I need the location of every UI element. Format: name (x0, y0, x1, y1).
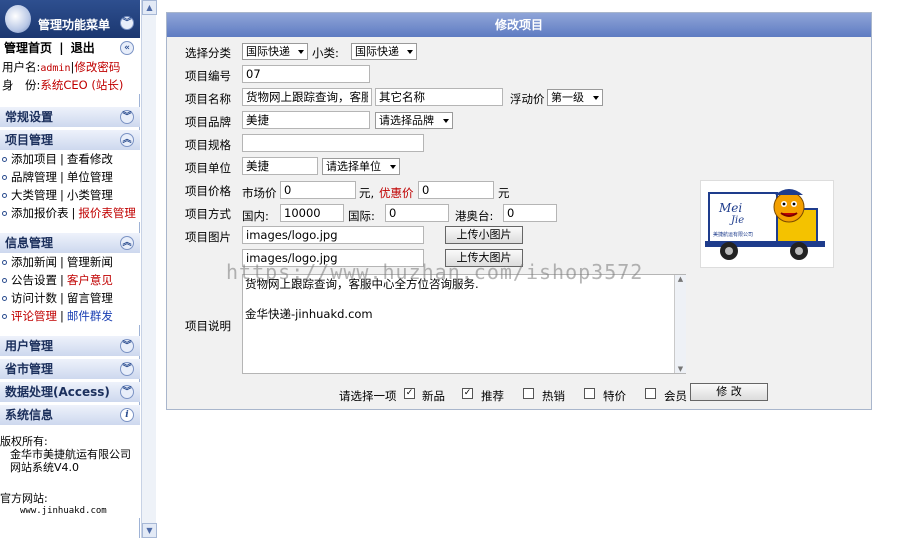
account-panel: 管理首页 | 退出 « 用户名:admin|修改密码 身 份:系统CEO (站长… (0, 38, 140, 94)
hot-checkbox[interactable] (523, 388, 534, 399)
info-panel: 信息管理 ︽ 添加新闻 | 管理新闻 公告设置 | 客户意见 访问计数 | 留言管理 评论管理… (0, 233, 140, 325)
sysinfo-panel: 系统信息 i 版权所有: 金华市美捷航运有限公司网站系统V4.0 官方网站: ww… (0, 405, 140, 518)
panel-header-project[interactable]: 项目管理 ︽ (0, 130, 140, 150)
list-item: 添加报价表 | 报价表管理 (0, 204, 140, 222)
sale-price-input[interactable] (418, 181, 494, 199)
dropdown-arrow-icon (298, 50, 304, 54)
scroll-down-arrow-icon[interactable]: ▼ (675, 365, 686, 373)
scroll-up-arrow-icon[interactable]: ▲ (675, 275, 686, 283)
dropdown-arrow-icon (443, 119, 449, 123)
panel-header-info[interactable]: 信息管理 ︽ (0, 233, 140, 253)
watermark-text: https://www.huzhan.com/ishop3572 (226, 260, 644, 284)
list-item: 公告设置 | 客户意见 (0, 271, 140, 289)
bullet-icon (2, 210, 7, 216)
user-panel: 用户管理 ︾ (0, 336, 140, 356)
market-price-input[interactable] (280, 181, 356, 199)
bullet-icon (2, 313, 7, 319)
logo-caption: 美捷航运有限公司 (713, 232, 754, 238)
international-input[interactable] (385, 204, 449, 222)
category-select[interactable]: 国际快递 (242, 43, 308, 60)
city-panel: 省市管理 ︾ (0, 359, 140, 379)
hkmo-input[interactable] (503, 204, 557, 222)
panel-header-general[interactable]: 常规设置 ︾ (0, 107, 140, 127)
double-chevron-up-icon[interactable]: ︽ (120, 133, 134, 147)
double-chevron-up-icon[interactable]: ︽ (120, 236, 134, 250)
logout-link[interactable]: 退出 (71, 41, 95, 55)
panel-header-city[interactable]: 省市管理 ︾ (0, 359, 140, 379)
new-checkbox[interactable]: ✓ (404, 388, 415, 399)
brand-input[interactable] (242, 111, 370, 129)
submit-edit-button[interactable]: 修 改 (690, 383, 768, 401)
sidebar: 管理功能菜单 ︾ 管理首页 | 退出 « 用户名:admin|修改密码 身 份:… (0, 0, 140, 538)
project-panel: 项目管理 ︽ 添加项目 | 查看修改 品牌管理 | 单位管理 大类管理 | 小类管理 添加报价… (0, 130, 140, 222)
small-image-input[interactable] (242, 226, 424, 244)
double-chevron-down-icon[interactable]: ︾ (120, 110, 134, 124)
sidebar-scrollbar[interactable]: ▲ ▼ (141, 0, 157, 538)
delivery-truck-icon (705, 189, 825, 260)
subcategory-select[interactable]: 国际快递 (351, 43, 417, 60)
double-chevron-down-icon[interactable]: ︾ (120, 16, 134, 30)
project-name-input[interactable] (242, 88, 372, 106)
double-chevron-down-icon[interactable]: ︾ (120, 362, 134, 376)
info-icon[interactable]: i (120, 408, 134, 422)
unit-input[interactable] (242, 157, 318, 175)
bullet-icon (2, 174, 7, 180)
domestic-input[interactable] (280, 204, 344, 222)
bullet-icon (2, 259, 7, 265)
role-row: 身 份:系统CEO (站长) (2, 78, 124, 92)
project-logo-image: Mei Jie 美捷航运有限公司 (700, 180, 834, 268)
description-scrollbar[interactable]: ▲ ▼ (674, 275, 686, 373)
scroll-down-arrow-icon[interactable]: ▼ (142, 523, 157, 538)
scroll-up-arrow-icon[interactable]: ▲ (142, 0, 157, 15)
brand-select[interactable]: 请选择品牌 (375, 112, 453, 129)
bullet-icon (2, 277, 7, 283)
upload-small-image-button[interactable]: 上传小图片 (445, 226, 523, 244)
logo-text-mei: Mei (719, 201, 743, 215)
dropdown-arrow-icon (407, 50, 413, 54)
sysinfo-content: 版权所有: 金华市美捷航运有限公司网站系统V4.0 官方网站: www.jinh… (0, 435, 131, 516)
dropdown-arrow-icon (593, 96, 599, 100)
category-label: 选择分类 (185, 46, 231, 60)
panel-header-data[interactable]: 数据处理(Access) ︾ (0, 382, 140, 402)
member-checkbox[interactable] (645, 388, 656, 399)
logo-text-jie: Jie (731, 215, 745, 226)
bullet-icon (2, 192, 7, 198)
bullet-icon (2, 156, 7, 162)
spec-input[interactable] (242, 134, 424, 152)
panel-header-user[interactable]: 用户管理 ︾ (0, 336, 140, 356)
recommended-checkbox[interactable]: ✓ (462, 388, 473, 399)
project-code-input[interactable] (242, 65, 370, 83)
form-title: 修改项目 (167, 13, 871, 37)
list-item: 添加项目 | 查看修改 (0, 150, 140, 168)
float-price-select[interactable]: 第一级 (547, 89, 603, 106)
panel-header-sysinfo[interactable]: 系统信息 i (0, 405, 140, 425)
change-password-link[interactable]: 修改密码 (74, 60, 120, 74)
admin-logo-icon (5, 5, 31, 33)
list-item: 大类管理 | 小类管理 (0, 186, 140, 204)
dropdown-arrow-icon (390, 165, 396, 169)
list-item: 品牌管理 | 单位管理 (0, 168, 140, 186)
list-item: 添加新闻 | 管理新闻 (0, 253, 140, 271)
double-chevron-down-icon[interactable]: ︾ (120, 385, 134, 399)
general-settings-panel: 常规设置 ︾ (0, 107, 140, 127)
list-item: 评论管理 | 邮件群发 (0, 307, 140, 325)
sidebar-title-bar: 管理功能菜单 ︾ (0, 0, 140, 38)
double-chevron-left-icon[interactable]: « (120, 41, 134, 55)
user-row: 用户名:admin|修改密码 (2, 60, 121, 74)
list-item: 访问计数 | 留言管理 (0, 289, 140, 307)
unit-select[interactable]: 请选择单位 (322, 158, 400, 175)
double-chevron-down-icon[interactable]: ︾ (120, 339, 134, 353)
sidebar-title: 管理功能菜单 (38, 18, 111, 32)
special-checkbox[interactable] (584, 388, 595, 399)
data-panel: 数据处理(Access) ︾ (0, 382, 140, 402)
home-link[interactable]: 管理首页 (4, 41, 52, 55)
other-name-input[interactable] (375, 88, 503, 106)
description-textarea[interactable]: 货物网上跟踪查询，客服中心全方位咨询服务. 金华快递-jinhuakd.com (242, 274, 686, 374)
bullet-icon (2, 295, 7, 301)
